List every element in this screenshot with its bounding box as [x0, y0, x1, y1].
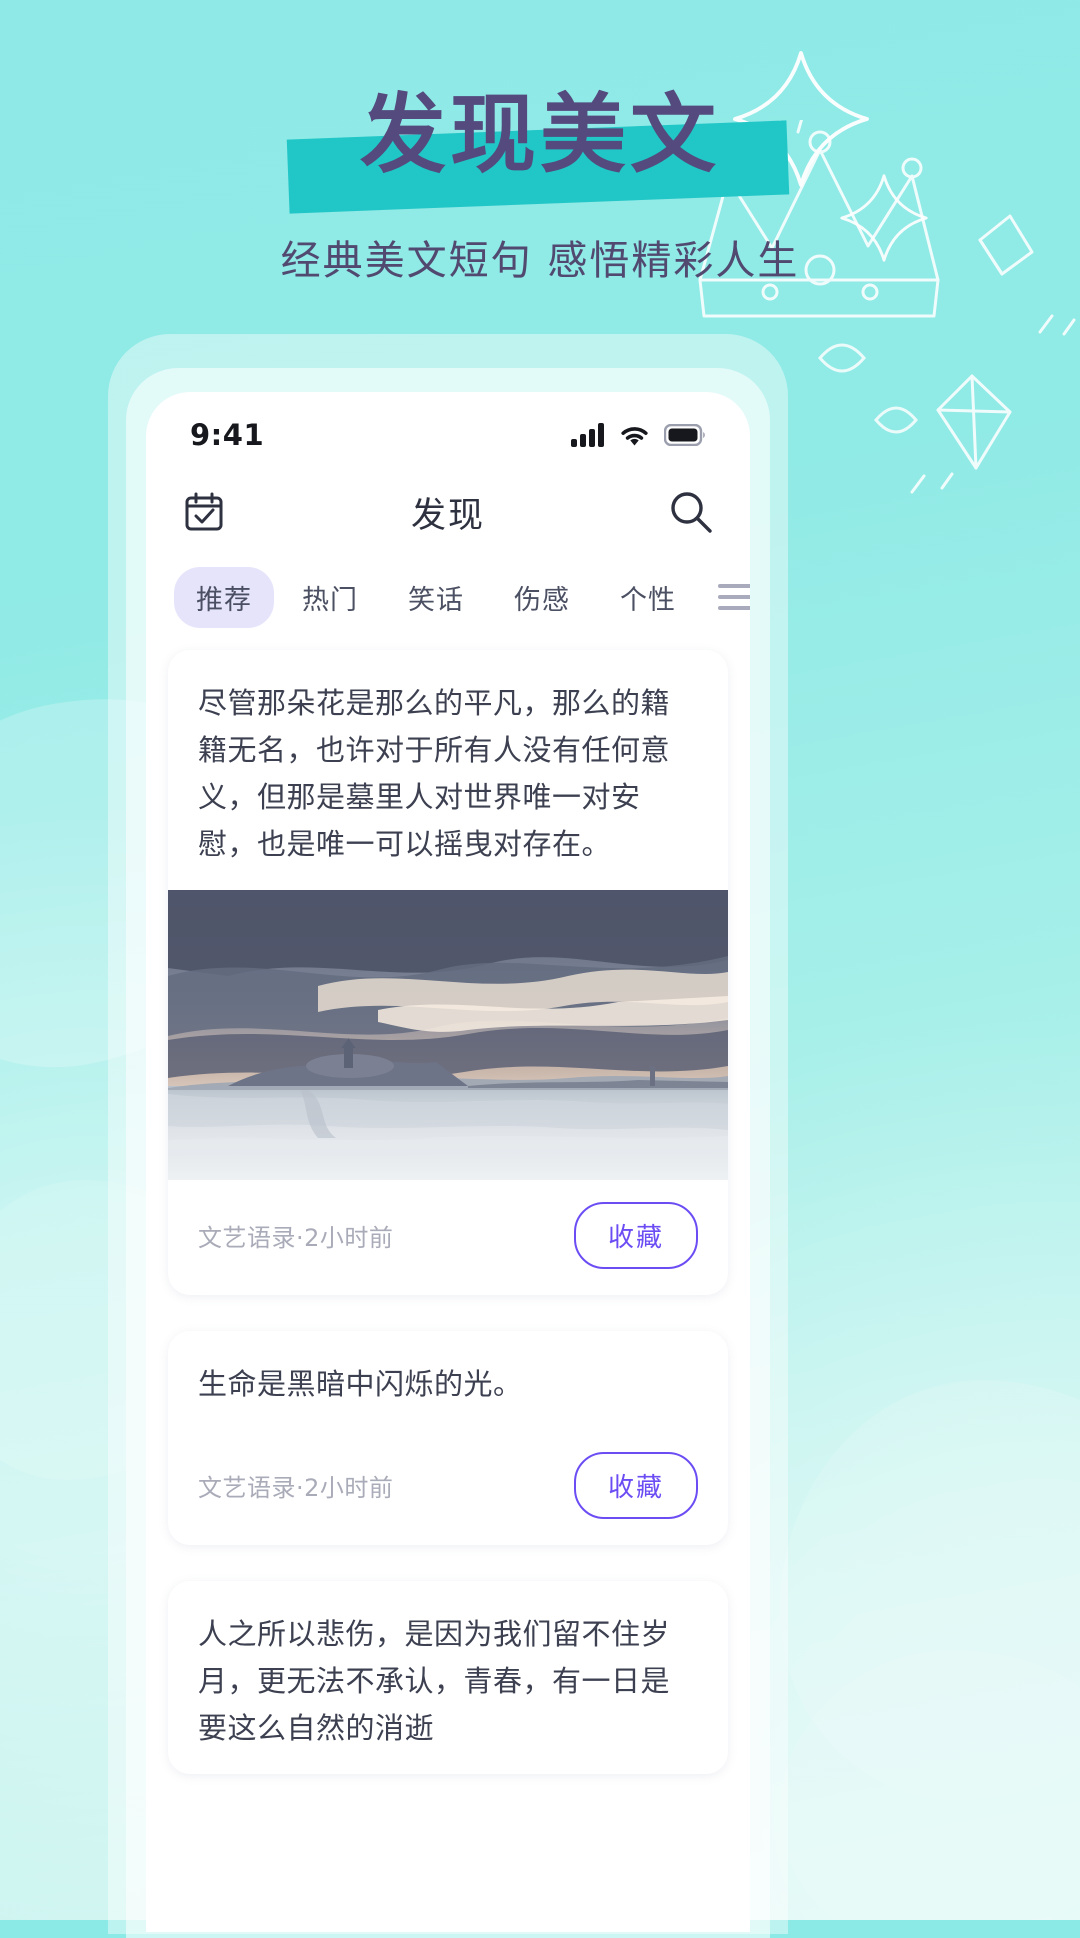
list-item[interactable]: 生命是黑暗中闪烁的光。 文艺语录·2小时前 收藏: [168, 1330, 728, 1545]
battery-full-icon: [664, 424, 705, 446]
favorite-button[interactable]: 收藏: [573, 1201, 698, 1269]
feed-list: 尽管那朵花是那么的平凡，那么的籍籍无名，也许对于所有人没有任何意义，但那是墓里人…: [146, 650, 750, 1774]
tab-jokes[interactable]: 笑话: [386, 567, 486, 628]
card-meta: 文艺语录·2小时前: [198, 1473, 394, 1502]
status-bar: 9:41: [146, 392, 750, 464]
hamburger-menu-icon[interactable]: [704, 584, 750, 610]
card-body: 人之所以悲伤，是因为我们留不住岁月，更无法不承认，青春，有一日是要这么自然的消逝: [168, 1581, 728, 1774]
status-icons: [571, 423, 706, 447]
card-footer: 文艺语录·2小时前 收藏: [168, 1180, 728, 1295]
hero-title-wrap: 发现美文: [0, 85, 1080, 214]
card-body: 生命是黑暗中闪烁的光。: [168, 1331, 728, 1430]
cellular-signal-icon: [571, 423, 604, 447]
card-body: 尽管那朵花是那么的平凡，那么的籍籍无名，也许对于所有人没有任何意义，但那是墓里人…: [168, 650, 728, 890]
phone-screen: 9:41 发现 推荐 热门 笑话 伤感 个性 尽管那朵花是那么的平凡，那么的籍籍…: [146, 392, 750, 1932]
nav-right[interactable]: [666, 487, 716, 537]
nav-bar: 发现: [146, 464, 750, 560]
card-image: [168, 889, 728, 1180]
card-text: 生命是黑暗中闪烁的光。: [198, 1366, 523, 1401]
tab-personal[interactable]: 个性: [598, 567, 698, 628]
category-tabs[interactable]: 推荐 热门 笑话 伤感 个性: [146, 560, 750, 634]
card-text: 人之所以悲伤，是因为我们留不住岁月，更无法不承认，青春，有一日是要这么自然的消逝: [198, 1616, 671, 1745]
card-text: 尽管那朵花是那么的平凡，那么的籍籍无名，也许对于所有人没有任何意义，但那是墓里人…: [198, 686, 671, 861]
nav-title: 发现: [410, 495, 485, 536]
card-footer: 文艺语录·2小时前 收藏: [168, 1430, 728, 1545]
list-item[interactable]: 人之所以悲伤，是因为我们留不住岁月，更无法不承认，青春，有一日是要这么自然的消逝: [168, 1580, 728, 1774]
tab-recommend[interactable]: 推荐: [174, 566, 274, 628]
tab-sad[interactable]: 伤感: [492, 567, 592, 628]
tab-hot[interactable]: 热门: [280, 567, 380, 628]
favorite-button[interactable]: 收藏: [573, 1451, 698, 1519]
hero-section: 发现美文 经典美文短句 感悟精彩人生: [0, 0, 1080, 350]
calendar-check-icon[interactable]: [180, 488, 228, 536]
card-meta: 文艺语录·2小时前: [198, 1223, 394, 1252]
nav-left[interactable]: [180, 488, 228, 536]
list-item[interactable]: 尽管那朵花是那么的平凡，那么的籍籍无名，也许对于所有人没有任何意义，但那是墓里人…: [168, 650, 728, 1295]
page-subtitle: 经典美文短句 感悟精彩人生: [280, 238, 800, 284]
page-title: 发现美文: [360, 85, 720, 185]
status-time: 9:41: [190, 418, 265, 452]
wifi-icon: [621, 427, 648, 446]
search-icon[interactable]: [666, 487, 716, 537]
